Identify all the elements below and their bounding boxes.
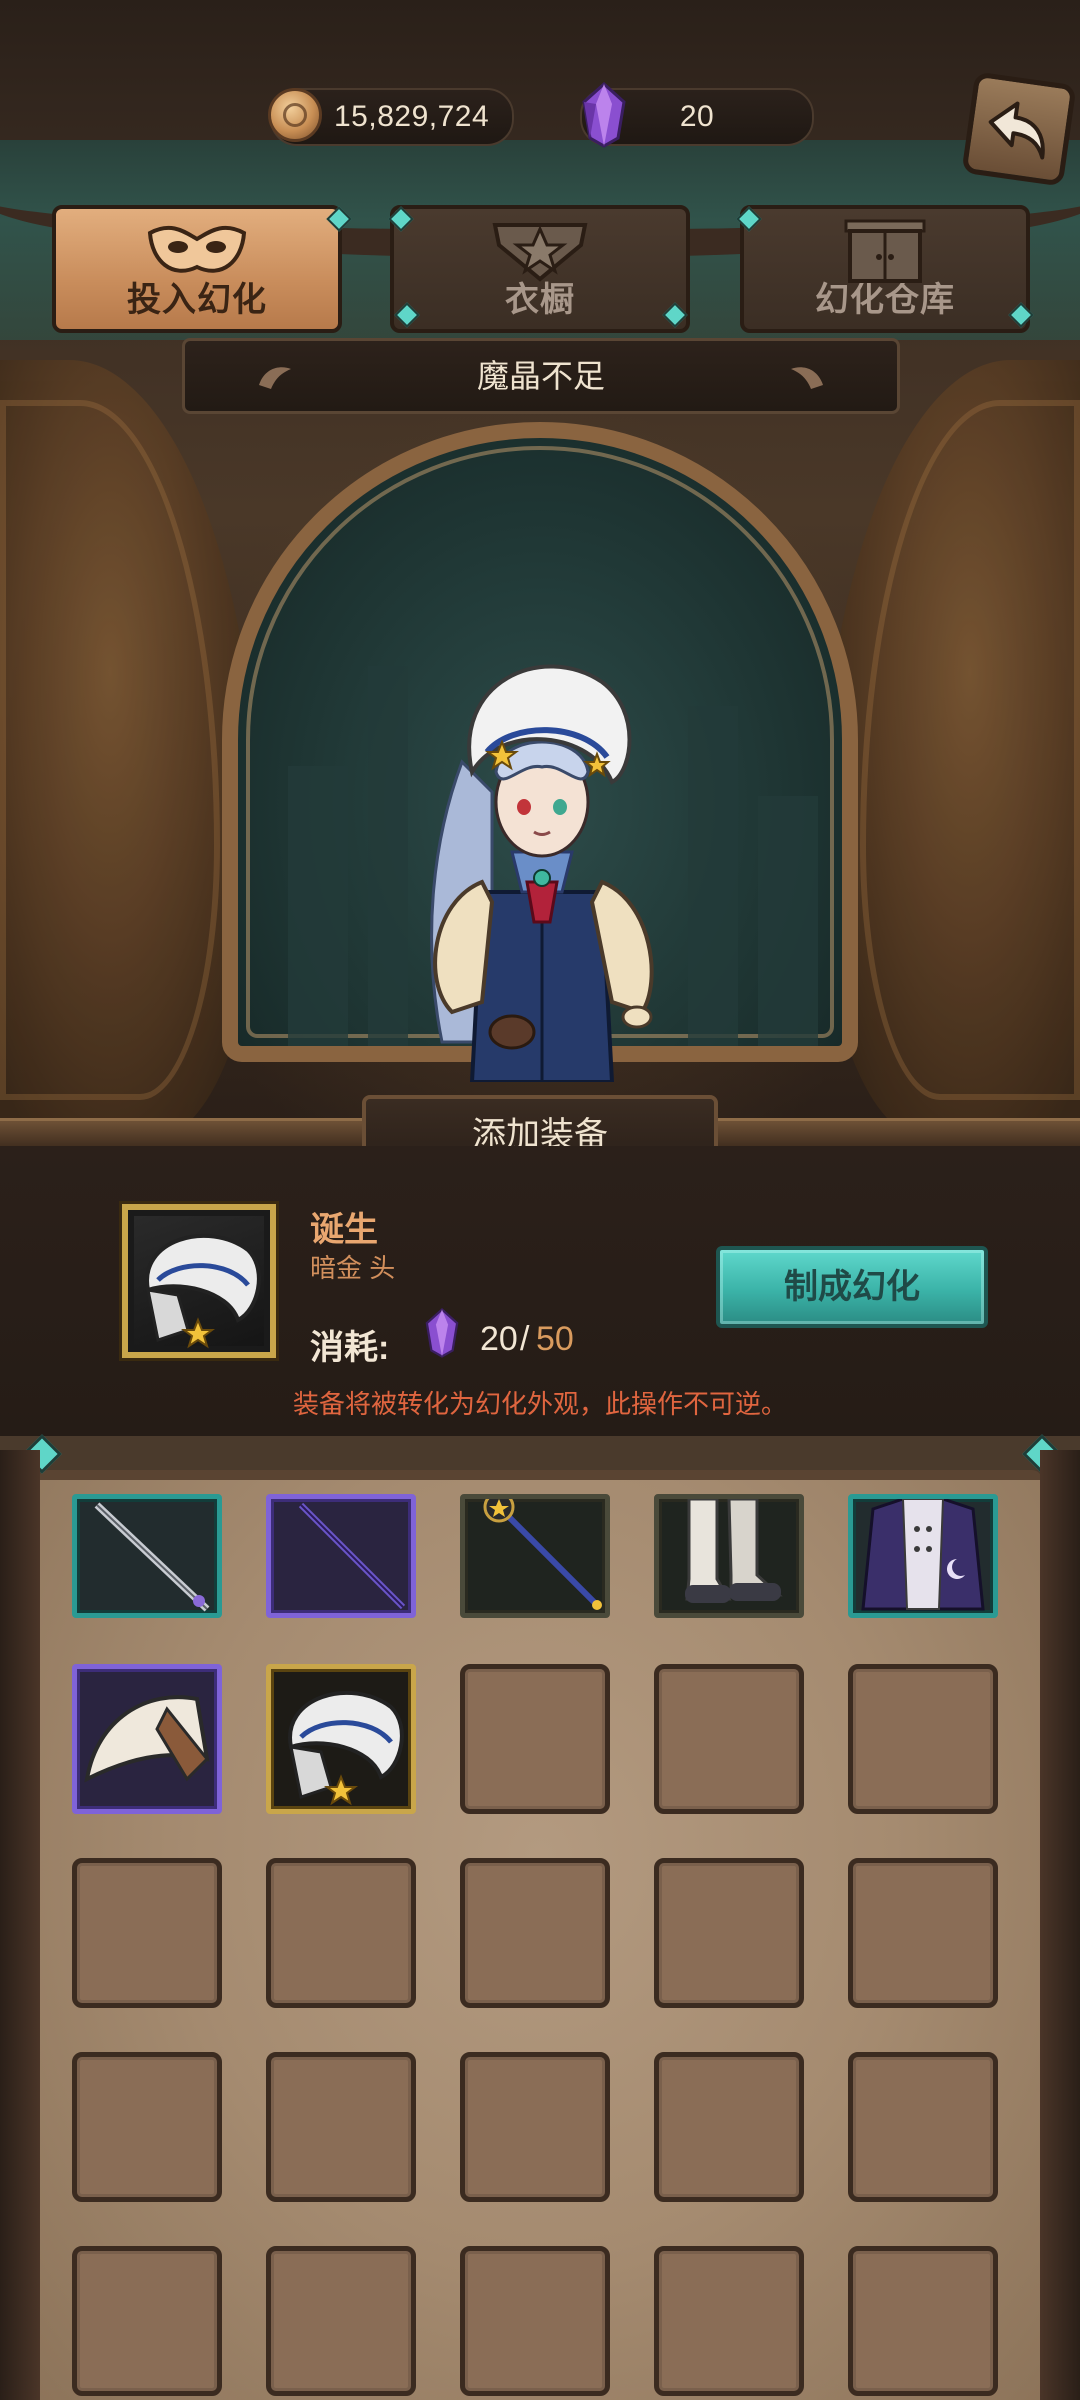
inventory-slot-empty[interactable] bbox=[848, 2052, 998, 2202]
character-frame bbox=[122, 412, 958, 1132]
tab-transmog[interactable]: 投入幻化 bbox=[52, 205, 342, 333]
crystal-value: 20 bbox=[679, 100, 715, 133]
bonnet-icon bbox=[145, 1234, 261, 1349]
cost-need: 50 bbox=[536, 1320, 574, 1358]
inventory-slot-empty[interactable] bbox=[460, 1858, 610, 2008]
inventory-slot-empty[interactable] bbox=[460, 2052, 610, 2202]
character-portrait bbox=[430, 664, 654, 1082]
status-message: 魔晶不足 bbox=[476, 358, 605, 394]
item-name: 诞生 bbox=[310, 1211, 378, 1249]
inventory-slot[interactable] bbox=[848, 1494, 998, 1618]
craft-button-label: 制成幻化 bbox=[784, 1268, 920, 1306]
inventory-slot-empty[interactable] bbox=[848, 1664, 998, 1814]
inventory-slot-empty[interactable] bbox=[848, 1858, 998, 2008]
inventory-slot-empty[interactable] bbox=[266, 2246, 416, 2396]
inventory-slot-empty[interactable] bbox=[654, 2246, 804, 2396]
back-arrow-icon bbox=[988, 101, 1045, 160]
warning-text: 装备将被转化为幻化外观，此操作不可逆。 bbox=[292, 1389, 787, 1419]
city-silhouette bbox=[688, 706, 738, 1046]
inventory-slot[interactable] bbox=[460, 1494, 610, 1618]
cost-label: 消耗: bbox=[310, 1329, 390, 1367]
inventory-slot-empty[interactable] bbox=[266, 2052, 416, 2202]
boots-icon bbox=[685, 1499, 783, 1603]
star-scepter-icon bbox=[483, 1499, 602, 1610]
inventory-slot[interactable] bbox=[654, 1494, 804, 1618]
inventory-slot-empty[interactable] bbox=[460, 2246, 610, 2396]
cabinet-icon bbox=[844, 219, 926, 283]
inventory-slot[interactable] bbox=[266, 1664, 416, 1814]
selected-item-slot[interactable] bbox=[119, 1201, 279, 1361]
leaf-ornament-icon bbox=[259, 367, 291, 389]
inventory-slot[interactable] bbox=[72, 1494, 222, 1618]
inventory-slot[interactable] bbox=[266, 1494, 416, 1618]
inventory-slot-empty[interactable] bbox=[266, 1858, 416, 2008]
back-button[interactable] bbox=[961, 71, 1077, 187]
purple-crystal-icon bbox=[425, 1308, 459, 1358]
gold-currency: 15,829,724 bbox=[268, 88, 514, 146]
right-vine-ornament bbox=[1040, 1450, 1080, 2400]
cost-separator: / bbox=[520, 1320, 530, 1358]
inventory-slot-empty[interactable] bbox=[72, 2246, 222, 2396]
inventory-slot-empty[interactable] bbox=[848, 2246, 998, 2396]
mask-icon bbox=[147, 226, 247, 273]
wardrobe-icon bbox=[492, 223, 588, 282]
cost-have: 20 bbox=[480, 1320, 518, 1358]
inventory-slot-empty[interactable] bbox=[72, 1858, 222, 2008]
inventory-slot-empty[interactable] bbox=[460, 1664, 610, 1814]
item-rarity-slot: 暗金 头 bbox=[310, 1253, 396, 1283]
tab-wardrobe[interactable]: 衣橱 bbox=[390, 205, 690, 333]
white-hat-icon bbox=[84, 1695, 210, 1783]
status-bar: 魔晶不足 bbox=[182, 338, 900, 414]
left-vine-ornament bbox=[0, 1450, 40, 2400]
inventory-slot-empty[interactable] bbox=[654, 1858, 804, 2008]
city-silhouette bbox=[288, 766, 348, 1046]
craft-transmog-button[interactable]: 制成幻化 bbox=[716, 1246, 988, 1328]
inventory-slot-empty[interactable] bbox=[654, 1664, 804, 1814]
tab-storage[interactable]: 幻化仓库 bbox=[740, 205, 1030, 333]
robe-icon bbox=[861, 1499, 985, 1611]
city-silhouette bbox=[758, 796, 818, 1046]
gold-coin-icon bbox=[268, 88, 322, 142]
gold-value: 15,829,724 bbox=[334, 100, 490, 133]
silver-staff-icon bbox=[94, 1502, 210, 1612]
leaf-ornament-icon bbox=[791, 367, 823, 389]
inventory-slot-empty[interactable] bbox=[654, 2052, 804, 2202]
crystal-currency: 20 bbox=[580, 82, 814, 148]
inventory-slot[interactable] bbox=[72, 1664, 222, 1814]
bonnet-icon bbox=[288, 1691, 404, 1806]
transmog-screen: 15,829,724 20 投入幻化 衣橱 幻化仓库 魔晶不足 添加装备 诞生 … bbox=[0, 0, 1080, 2400]
inventory-slot-empty[interactable] bbox=[72, 2052, 222, 2202]
dark-spear-icon bbox=[298, 1502, 406, 1610]
